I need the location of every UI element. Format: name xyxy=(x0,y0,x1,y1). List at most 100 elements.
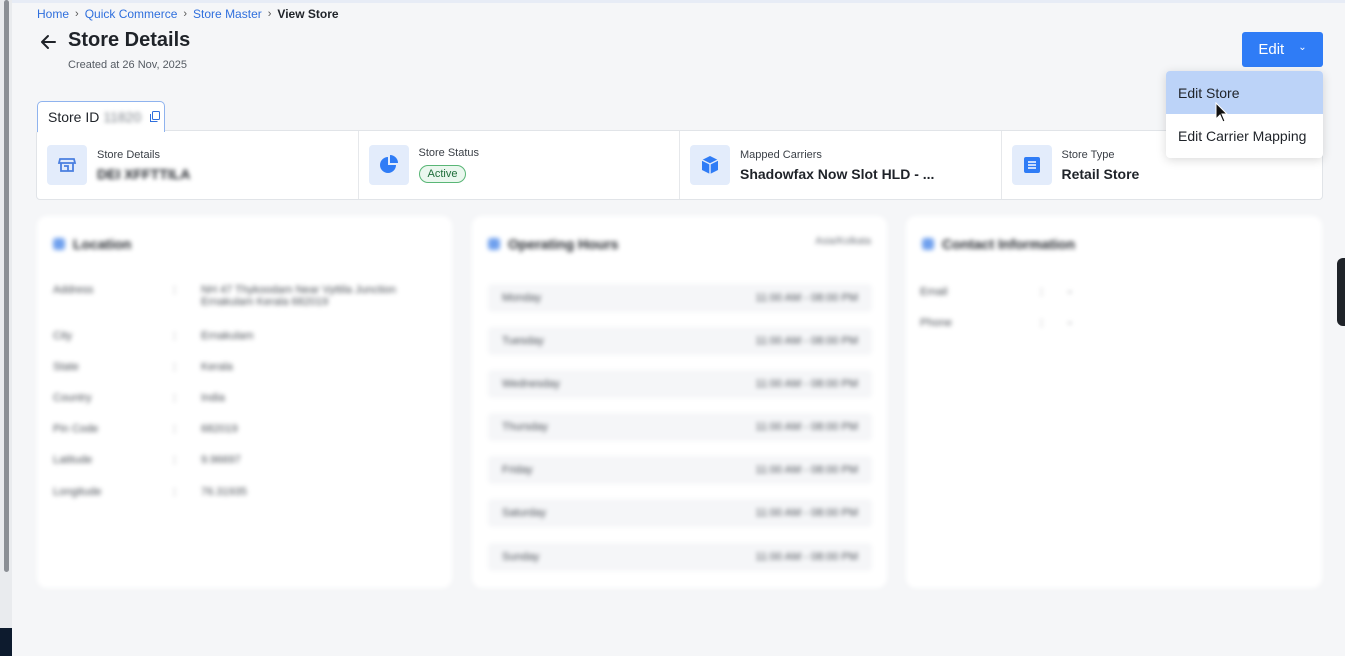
breadcrumb-quick-commerce[interactable]: Quick Commerce xyxy=(85,7,178,21)
breadcrumb: Home › Quick Commerce › Store Master › V… xyxy=(37,7,339,21)
store-icon xyxy=(47,145,87,185)
page-title: Store Details xyxy=(68,29,191,51)
breadcrumb-home[interactable]: Home xyxy=(37,7,69,21)
location-row-city: City: Ernakulam xyxy=(53,330,254,342)
breadcrumb-store-master[interactable]: Store Master xyxy=(193,7,262,21)
location-row-latitude: Latitude: 9.96697 xyxy=(53,454,241,466)
contact-header: Contact Information xyxy=(922,236,1075,252)
day-label: Thursday xyxy=(502,421,548,433)
location-row-state: State: Kerala xyxy=(53,361,233,373)
location-card: Location Address: NH 47 Thykoodam Near V… xyxy=(37,216,452,588)
time-range: 11:00 AM - 08:00 PM xyxy=(755,464,858,476)
hours-row: Tuesday 11:00 AM - 08:00 PM xyxy=(488,327,872,355)
package-icon xyxy=(690,145,730,185)
store-summary-bar: Store Details DEI XFFTTILA Store Status … xyxy=(36,130,1323,200)
field-value: 9.96697 xyxy=(201,454,241,466)
day-label: Saturday xyxy=(502,507,547,519)
day-label: Tuesday xyxy=(502,335,544,347)
field-value: - xyxy=(1068,286,1072,298)
pie-chart-icon xyxy=(368,145,409,185)
time-range: 11:00 AM - 08:00 PM xyxy=(755,507,858,519)
contact-row-email: Email: - xyxy=(920,286,1072,298)
day-label: Monday xyxy=(502,292,542,304)
field-value: NH 47 Thykoodam Near Vyttila Junction Er… xyxy=(201,284,397,308)
tab-store-id[interactable]: Store ID 11820 xyxy=(37,101,165,132)
summary-mapped-carriers: Mapped Carriers Shadowfax Now Slot HLD -… xyxy=(680,131,1002,199)
store-details-value: DEI XFFTTILA xyxy=(97,165,191,182)
status-badge: Active xyxy=(418,165,467,183)
store-id-value: 11820 xyxy=(103,109,142,125)
phone-icon xyxy=(922,238,934,250)
hours-row: Friday 11:00 AM - 08:00 PM xyxy=(488,456,872,484)
time-range: 11:00 AM - 08:00 PM xyxy=(755,292,858,304)
time-range: 11:00 AM - 08:00 PM xyxy=(755,421,858,433)
field-value: Ernakulam xyxy=(201,330,254,342)
time-range: 11:00 AM - 08:00 PM xyxy=(755,551,858,563)
copy-icon[interactable] xyxy=(149,111,161,123)
created-date: Created at 26 Nov, 2025 xyxy=(68,59,188,71)
sidebar-scrollbar[interactable] xyxy=(4,0,9,572)
mapped-carriers-label: Mapped Carriers xyxy=(740,148,822,161)
field-label: Longitude xyxy=(53,486,102,498)
edit-dropdown-menu: Edit Store Edit Carrier Mapping xyxy=(1166,71,1323,158)
chevron-right-icon: › xyxy=(267,8,272,20)
location-row-country: Country: India xyxy=(53,392,225,404)
field-label: Pin Code xyxy=(53,423,99,435)
time-range: 11:00 AM - 08:00 PM xyxy=(755,378,858,390)
field-value: - xyxy=(1068,317,1072,329)
field-value: 76.31935 xyxy=(201,486,247,498)
day-label: Friday xyxy=(502,464,533,476)
field-label: Email xyxy=(920,286,948,298)
hours-row: Monday 11:00 AM - 08:00 PM xyxy=(488,284,872,312)
summary-store-status: Store Status Active xyxy=(359,131,680,199)
operating-hours-card: Operating Hours Asia/Kolkata Monday 11:00… xyxy=(472,216,887,588)
hours-header: Operating Hours xyxy=(488,236,618,252)
field-label: Latitude xyxy=(53,454,93,466)
hours-title: Operating Hours xyxy=(508,236,619,252)
hours-row: Sunday 11:00 AM - 08:00 PM xyxy=(488,543,872,571)
store-type-value: Retail Store xyxy=(1061,165,1140,182)
store-details-label: Store Details xyxy=(97,148,160,161)
contact-card: Contact Information Email: - Phone: - xyxy=(906,216,1322,588)
field-label: State xyxy=(53,361,79,373)
contact-title: Contact Information xyxy=(942,236,1075,252)
time-range: 11:00 AM - 08:00 PM xyxy=(755,335,858,347)
day-label: Wednesday xyxy=(502,378,560,390)
field-value: 682019 xyxy=(201,423,238,435)
chevron-right-icon: › xyxy=(183,8,188,20)
field-value: India xyxy=(201,392,225,404)
location-title: Location xyxy=(73,236,132,252)
timezone-label: Asia/Kolkata xyxy=(815,236,871,247)
location-row-pincode: Pin Code: 682019 xyxy=(53,423,238,435)
list-icon xyxy=(1011,145,1052,185)
contact-row-phone: Phone: - xyxy=(920,317,1072,329)
mouse-pointer-icon xyxy=(1215,102,1228,123)
edit-button[interactable]: Edit ⌄ xyxy=(1242,32,1323,67)
location-header: Location xyxy=(53,236,131,252)
day-label: Sunday xyxy=(502,551,540,563)
sidebar-footer xyxy=(0,628,12,656)
top-bar-edge xyxy=(12,0,1345,3)
hours-row: Wednesday 11:00 AM - 08:00 PM xyxy=(488,370,872,398)
field-label: Country xyxy=(53,392,92,404)
location-pin-icon xyxy=(53,238,65,250)
back-arrow-icon[interactable] xyxy=(38,32,58,52)
store-status-label: Store Status xyxy=(418,147,480,159)
chevron-right-icon: › xyxy=(75,8,79,20)
hours-row: Thursday 11:00 AM - 08:00 PM xyxy=(488,413,872,441)
mapped-carriers-value: Shadowfax Now Slot HLD - ... xyxy=(740,165,935,182)
menu-item-edit-store[interactable]: Edit Store xyxy=(1166,71,1323,114)
summary-store-details: Store Details DEI XFFTTILA xyxy=(37,131,359,199)
side-drawer-handle[interactable] xyxy=(1337,258,1345,326)
breadcrumb-current: View Store xyxy=(277,7,339,21)
field-label: Address xyxy=(53,284,94,296)
menu-item-edit-carrier-mapping[interactable]: Edit Carrier Mapping xyxy=(1166,114,1323,157)
field-label: City xyxy=(53,330,72,342)
field-label: Phone xyxy=(920,317,952,329)
field-value: Kerala xyxy=(201,361,233,373)
edit-button-label: Edit xyxy=(1258,41,1285,58)
left-sidebar-rail xyxy=(0,0,12,656)
hours-row: Saturday 11:00 AM - 08:00 PM xyxy=(488,499,872,527)
chevron-down-icon: ⌄ xyxy=(1298,42,1307,53)
location-row-longitude: Longitude: 76.31935 xyxy=(53,486,247,498)
